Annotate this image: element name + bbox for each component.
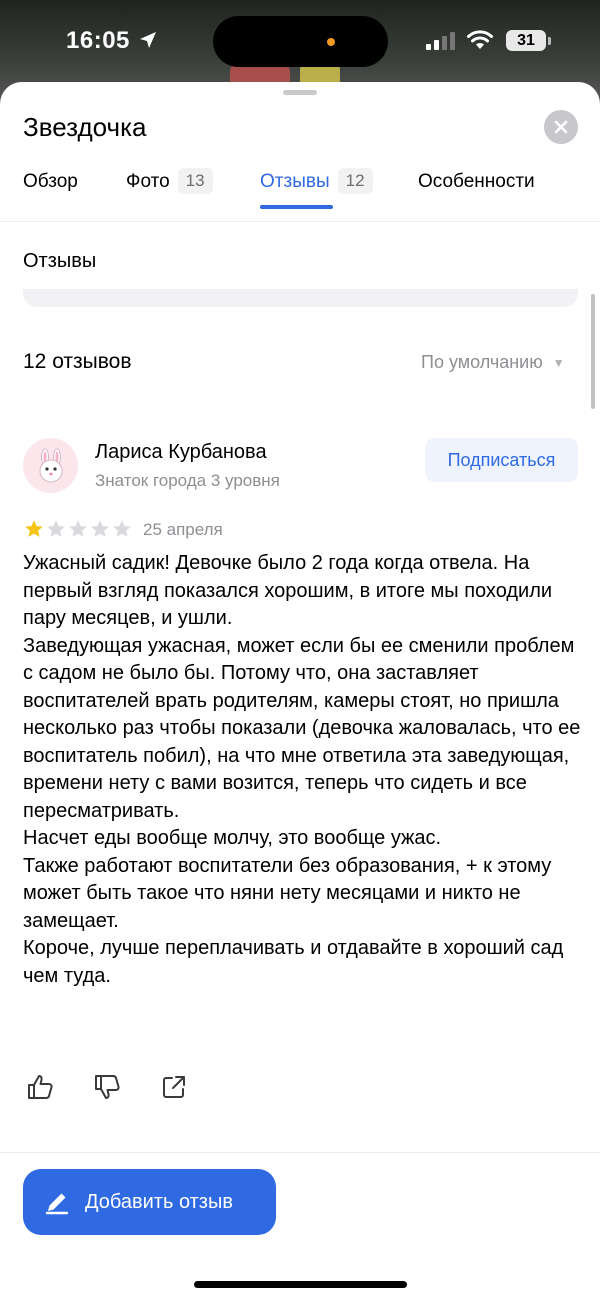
add-review-label: Добавить отзыв <box>85 1190 233 1213</box>
dislike-button[interactable] <box>90 1070 124 1104</box>
section-heading: Отзывы <box>23 250 97 272</box>
tab-photos[interactable]: Фото 13 <box>126 168 213 222</box>
review-actions <box>23 1070 224 1104</box>
tab-label: Обзор <box>23 171 78 192</box>
share-icon <box>163 1076 185 1098</box>
review-text: Ужасный садик! Девочке было 2 года когда… <box>23 552 581 987</box>
reviews-count: 12 отзывов <box>23 350 132 373</box>
sort-label: По умолчанию <box>421 352 543 372</box>
tab-bar: Обзор Фото 13 Отзывы 12 Особенности <box>0 168 600 222</box>
review-date: 25 апреля <box>143 520 223 539</box>
star-filled-icon <box>25 520 43 537</box>
tab-label: Отзывы <box>260 171 330 192</box>
place-card-sheet: Звездочка Обзор Фото 13 Отзывы 12 Особен… <box>0 82 600 1300</box>
battery-indicator: 31 <box>506 30 546 51</box>
tab-label: Фото <box>126 171 170 192</box>
rating-stars <box>23 518 133 540</box>
tab-count-badge: 13 <box>177 168 213 194</box>
rating-summary-card-edge <box>23 289 578 307</box>
tab-label: Особенности <box>418 171 535 192</box>
tab-reviews[interactable]: Отзывы 12 <box>260 168 373 222</box>
home-indicator[interactable] <box>194 1281 407 1288</box>
tab-count-badge: 12 <box>337 168 373 194</box>
status-time: 16:05 <box>66 27 130 54</box>
add-review-button[interactable]: Добавить отзыв <box>23 1169 276 1235</box>
share-button[interactable] <box>157 1070 191 1104</box>
thumbs-down-icon <box>95 1075 120 1099</box>
close-button[interactable] <box>544 110 578 144</box>
caret-down-icon: ▼ <box>552 355 565 370</box>
scrollbar[interactable] <box>591 294 595 409</box>
star-empty-icon <box>113 520 131 537</box>
active-tab-indicator <box>260 205 333 209</box>
cellular-signal-icon <box>426 32 455 50</box>
tab-features[interactable]: Особенности <box>418 168 535 222</box>
star-empty-icon <box>47 520 65 537</box>
divider <box>0 1152 600 1153</box>
bunny-avatar-icon <box>39 448 62 482</box>
wifi-icon <box>467 30 493 49</box>
review-author-level: Знаток города 3 уровня <box>95 471 280 490</box>
place-title: Звездочка <box>23 112 147 142</box>
sheet-grabber-handle[interactable] <box>283 90 317 95</box>
thumbs-up-icon <box>28 1075 53 1099</box>
review-author-name[interactable]: Лариса Курбанова <box>95 441 267 464</box>
subscribe-button[interactable]: Подписаться <box>425 438 578 482</box>
pencil-icon <box>43 1188 71 1216</box>
dynamic-island <box>213 16 388 67</box>
location-arrow-icon <box>140 32 156 48</box>
privacy-indicator-dot <box>327 38 335 46</box>
sort-dropdown[interactable]: По умолчанию ▼ <box>421 352 565 373</box>
avatar[interactable] <box>23 438 78 493</box>
tab-overview[interactable]: Обзор <box>23 168 78 222</box>
star-empty-icon <box>91 520 109 537</box>
battery-tip <box>548 37 551 45</box>
close-icon <box>554 120 568 134</box>
star-empty-icon <box>69 520 87 537</box>
like-button[interactable] <box>23 1070 57 1104</box>
